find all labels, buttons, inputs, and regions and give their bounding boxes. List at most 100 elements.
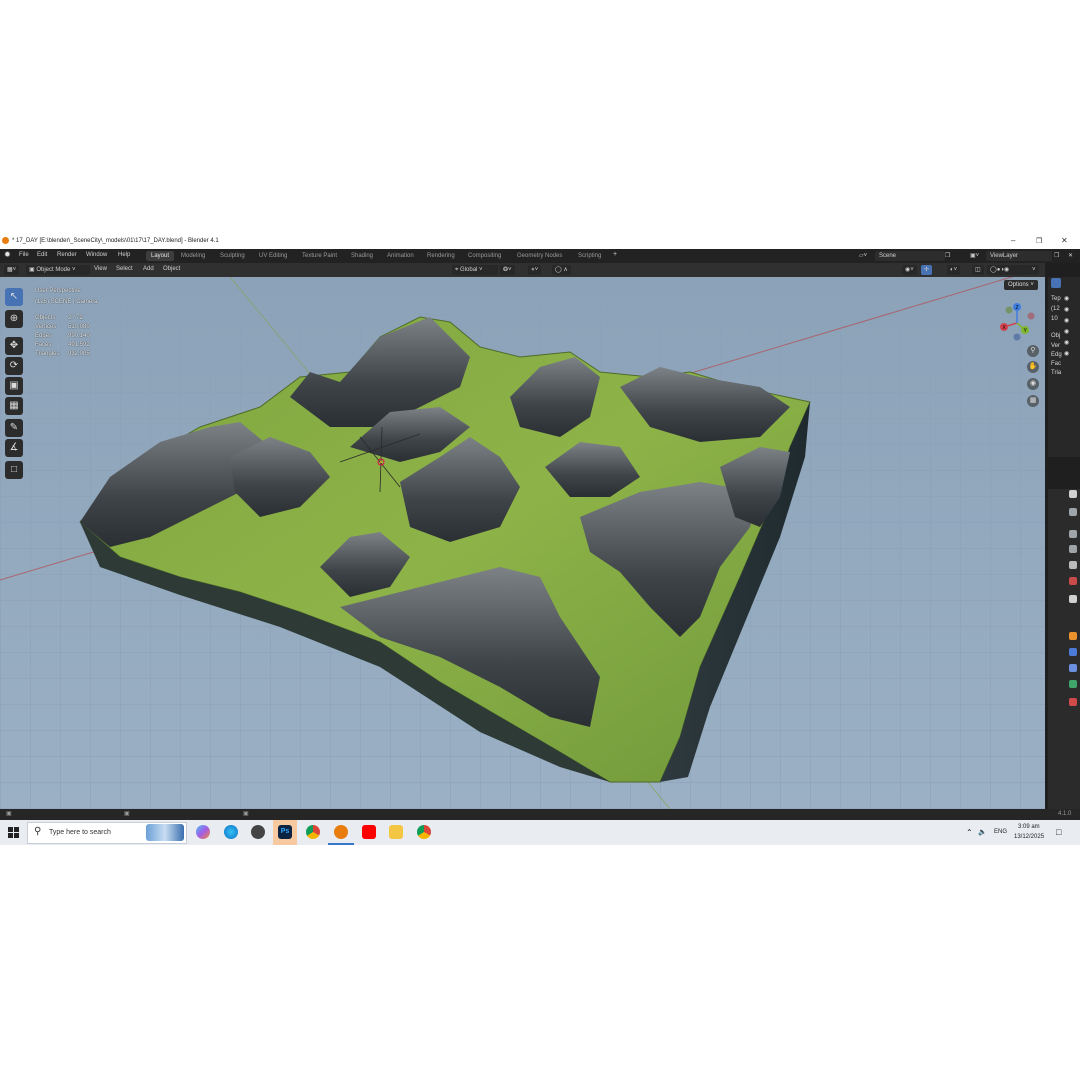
world-properties-icon[interactable] — [1069, 577, 1077, 585]
blender-taskbar-icon[interactable] — [334, 825, 348, 839]
outliner-filter-icon[interactable] — [1051, 278, 1061, 288]
transform-orientation-dropdown[interactable]: ⌖ Global ˅ — [452, 265, 498, 275]
tab-geometry-nodes[interactable]: Geometry Nodes — [512, 251, 567, 261]
tab-shading[interactable]: Shading — [346, 251, 378, 261]
rotate-tool[interactable]: ⟳ — [5, 357, 23, 375]
taskbar-search-box[interactable]: ⚲ Type here to search — [27, 822, 187, 844]
chrome-icon[interactable] — [306, 825, 320, 839]
stats-fragment-vertices: Ver — [1051, 343, 1061, 349]
material-properties-icon[interactable] — [1069, 698, 1077, 706]
options-dropdown[interactable]: Options ˅ — [1004, 280, 1038, 290]
view-layer-field[interactable]: ViewLayer — [986, 251, 1052, 261]
tool-properties-icon[interactable] — [1069, 490, 1077, 498]
camera-view-icon[interactable]: ◉ — [1027, 378, 1039, 390]
youtube-icon[interactable] — [362, 825, 376, 839]
view-layer-properties-icon[interactable] — [1069, 545, 1077, 553]
tab-modeling[interactable]: Modeling — [176, 251, 210, 261]
menu-help[interactable]: Help — [118, 252, 130, 258]
minimize-icon[interactable]: – — [1011, 236, 1015, 245]
tab-animation[interactable]: Animation — [382, 251, 419, 261]
notifications-icon[interactable]: □ — [1056, 827, 1061, 837]
options-label: Options — [1008, 282, 1029, 288]
transform-tool[interactable]: ▦ — [5, 397, 23, 415]
scene-selector-icon[interactable]: ▱˅ — [859, 252, 867, 259]
windows-start-icon[interactable] — [8, 827, 19, 838]
output-properties-icon[interactable] — [1069, 530, 1077, 538]
shading-options-icon[interactable]: ˅ — [1029, 265, 1039, 275]
tab-uv-editing[interactable]: UV Editing — [254, 251, 292, 261]
copilot-icon[interactable] — [196, 825, 210, 839]
volume-icon[interactable]: 🔈 — [978, 828, 987, 836]
view-object-types-icon[interactable]: ◉˅ — [902, 265, 917, 275]
new-scene-icon[interactable]: ❐ — [945, 252, 950, 259]
menu-edit[interactable]: Edit — [37, 252, 47, 258]
snap-icon[interactable]: ⋄˅ — [528, 265, 542, 275]
collection-properties-icon[interactable] — [1069, 595, 1077, 603]
select-box-tool[interactable]: ↖ — [5, 288, 23, 306]
scale-tool[interactable]: ▣ — [5, 377, 23, 395]
pivot-point-icon[interactable]: ❂˅ — [500, 265, 515, 275]
overlays-icon[interactable]: ◐˅ — [947, 265, 961, 275]
render-properties-icon[interactable] — [1069, 508, 1077, 516]
tab-sculpting[interactable]: Sculpting — [215, 251, 250, 261]
cursor-tool[interactable]: ⊕ — [5, 310, 23, 328]
view-layer-selector-icon[interactable]: ▣˅ — [970, 252, 979, 259]
close-icon[interactable]: ✕ — [1061, 236, 1068, 245]
move-tool[interactable]: ✥ — [5, 337, 23, 355]
scene-properties-icon[interactable] — [1069, 561, 1077, 569]
menu-select[interactable]: Select — [116, 266, 133, 272]
zoom-icon[interactable]: ⚲ — [1027, 345, 1039, 357]
chrome-profile-icon[interactable] — [417, 825, 431, 839]
visibility-icons[interactable]: ◉ ◉ ◉ ◉ ◉ ◉ — [1064, 294, 1072, 364]
gizmo-toggle-icon[interactable]: ✢ — [921, 265, 933, 275]
tab-rendering[interactable]: Rendering — [422, 251, 460, 261]
mode-dropdown[interactable]: ▣ Object Mode ˅ — [26, 265, 90, 275]
menu-view[interactable]: View — [94, 266, 107, 272]
annotate-tool[interactable]: ✎ — [5, 419, 23, 437]
physics-properties-icon[interactable] — [1069, 664, 1077, 672]
proportional-edit-icon[interactable]: ◯ ∧ — [552, 265, 571, 275]
blender-menu-icon[interactable]: ✹ — [4, 250, 11, 259]
clock-time[interactable]: 3:09 am — [1018, 824, 1040, 830]
stat-objects-label: Objects — [35, 315, 56, 321]
stat-objects-value: 2 / 72 — [68, 315, 84, 321]
tab-compositing[interactable]: Compositing — [463, 251, 506, 261]
pan-hand-icon[interactable]: ✋ — [1027, 361, 1039, 373]
file-explorer-icon[interactable] — [389, 825, 403, 839]
shading-modes-icon[interactable]: ◯●◑◉ — [987, 265, 1029, 275]
xray-icon[interactable]: ◫ — [972, 265, 984, 275]
mouse-right-icon: ▣ — [243, 811, 249, 817]
scene-field[interactable]: Scene — [875, 251, 945, 261]
modifier-properties-icon[interactable] — [1069, 648, 1077, 656]
terrain-mesh[interactable] — [0, 277, 1045, 809]
new-view-layer-icon[interactable]: ❐ — [1054, 252, 1059, 259]
unity-icon[interactable] — [251, 825, 265, 839]
add-cube-tool[interactable]: □ — [5, 461, 23, 479]
restore-icon[interactable]: ❐ — [1036, 237, 1042, 245]
stat-triangles-value: 932,005 — [68, 351, 90, 357]
photoshop-icon[interactable]: Ps — [278, 825, 292, 839]
tab-texture-paint[interactable]: Texture Paint — [297, 251, 342, 261]
edge-icon[interactable] — [224, 825, 238, 839]
navigation-gizmo[interactable]: X Y Z — [995, 299, 1041, 345]
menu-window[interactable]: Window — [86, 252, 107, 258]
menu-object[interactable]: Object — [163, 266, 180, 272]
3d-viewport[interactable]: User Perspective (125) SCENE | Camera Ob… — [0, 277, 1045, 809]
ortho-grid-icon[interactable]: ▦ — [1027, 395, 1039, 407]
tab-layout[interactable]: Layout — [146, 251, 175, 261]
remove-view-layer-icon[interactable]: ✕ — [1068, 252, 1073, 259]
search-placeholder: Type here to search — [49, 829, 111, 836]
data-properties-icon[interactable] — [1069, 680, 1077, 688]
object-properties-icon[interactable] — [1069, 632, 1077, 640]
tray-overflow-icon[interactable]: ⌃ — [966, 828, 973, 837]
clock-date[interactable]: 13/12/2025 — [1014, 834, 1044, 840]
language-indicator[interactable]: ENG — [994, 829, 1007, 835]
menu-file[interactable]: File — [19, 252, 29, 258]
windows-taskbar: ⚲ Type here to search Ps ⌃ 🔈 ENG 3:09 am… — [0, 820, 1080, 845]
menu-add[interactable]: Add — [143, 266, 154, 272]
menu-render[interactable]: Render — [57, 252, 77, 258]
measure-tool[interactable]: ∡ — [5, 439, 23, 457]
tab-scripting[interactable]: Scripting — [573, 251, 606, 261]
add-workspace-button[interactable]: + — [613, 251, 617, 258]
editor-type-icon[interactable]: ▦˅ — [4, 265, 20, 275]
